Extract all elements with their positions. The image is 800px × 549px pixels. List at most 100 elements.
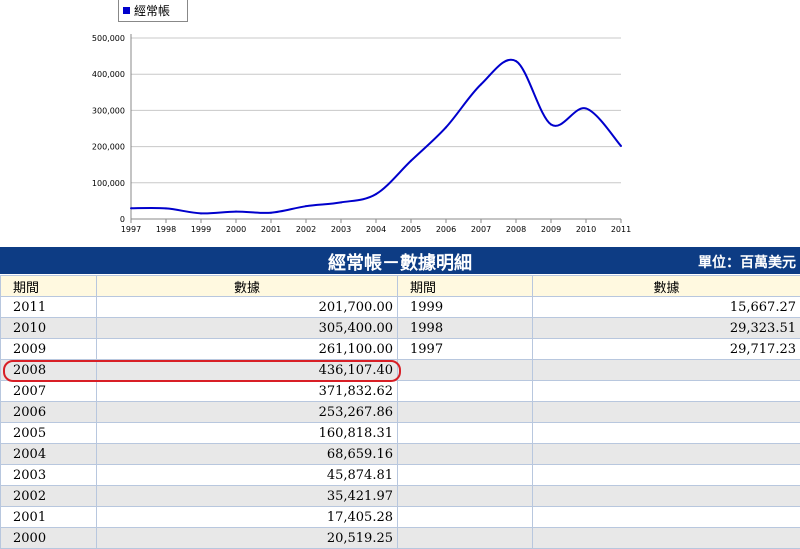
y-tick-label: 0: [120, 215, 125, 224]
period-cell: [398, 507, 533, 528]
data-point: [340, 201, 342, 203]
y-tick-label: 300,000: [92, 106, 125, 115]
data-point: [270, 212, 272, 214]
value-cell: [533, 486, 800, 507]
data-point: [235, 211, 237, 213]
value-cell: 68,659.16: [97, 444, 398, 465]
value-cell: [533, 381, 800, 402]
period-cell: 2006: [1, 402, 97, 423]
value-cell: [533, 360, 800, 381]
x-tick-label: 2006: [436, 225, 456, 234]
table-row: 200235,421.97: [1, 486, 800, 507]
period-cell: 2005: [1, 423, 97, 444]
period-cell: 1998: [398, 318, 533, 339]
value-cell: 261,100.00: [97, 339, 398, 360]
value-cell: [533, 402, 800, 423]
period-cell: 2008: [1, 360, 97, 381]
x-tick-label: 2011: [611, 225, 631, 234]
chart-legend: 經常帳: [118, 0, 188, 22]
table-row: 200020,519.25: [1, 528, 800, 549]
data-point: [375, 193, 377, 195]
period-cell: 2002: [1, 486, 97, 507]
x-tick-label: 2002: [296, 225, 316, 234]
y-tick-label: 200,000: [92, 143, 125, 152]
data-point: [480, 83, 482, 85]
value-cell: [533, 528, 800, 549]
period-cell: 2001: [1, 507, 97, 528]
value-cell: 371,832.62: [97, 381, 398, 402]
period-cell: [398, 423, 533, 444]
x-tick-label: 2008: [506, 225, 526, 234]
data-point: [550, 123, 552, 125]
x-tick-label: 2007: [471, 225, 491, 234]
table-row: 200345,874.81: [1, 465, 800, 486]
period-cell: [398, 402, 533, 423]
value-cell: 29,717.23: [533, 339, 800, 360]
period-cell: [398, 444, 533, 465]
x-tick-label: 1998: [156, 225, 176, 234]
period-cell: [398, 486, 533, 507]
data-point: [130, 207, 132, 209]
table-row: 200468,659.16: [1, 444, 800, 465]
value-cell: 436,107.40: [97, 360, 398, 381]
x-tick-label: 2003: [331, 225, 351, 234]
value-cell: 15,667.27: [533, 297, 800, 318]
value-cell: 17,405.28: [97, 507, 398, 528]
period-cell: 2003: [1, 465, 97, 486]
data-point: [410, 160, 412, 162]
table-title-bar: 經常帳－數據明細 單位：百萬美元: [0, 247, 800, 274]
table-row: 2006253,267.86: [1, 402, 800, 423]
value-cell: 253,267.86: [97, 402, 398, 423]
value-cell: [533, 444, 800, 465]
data-point: [165, 207, 167, 209]
legend-swatch: [123, 7, 130, 14]
period-cell: [398, 381, 533, 402]
data-point: [585, 107, 587, 109]
period-cell: 2011: [1, 297, 97, 318]
period-cell: 2010: [1, 318, 97, 339]
header-value-1: 數據: [97, 276, 398, 297]
value-cell: [533, 465, 800, 486]
value-cell: 35,421.97: [97, 486, 398, 507]
table-row: 200117,405.28: [1, 507, 800, 528]
x-tick-label: 2004: [366, 225, 386, 234]
value-cell: [533, 507, 800, 528]
period-cell: 1999: [398, 297, 533, 318]
table-row: 2005160,818.31: [1, 423, 800, 444]
table-row: 2011201,700.00199915,667.27: [1, 297, 800, 318]
value-cell: 45,874.81: [97, 465, 398, 486]
value-cell: 201,700.00: [97, 297, 398, 318]
value-cell: 20,519.25: [97, 528, 398, 549]
period-cell: [398, 465, 533, 486]
legend-label: 經常帳: [134, 2, 170, 19]
value-cell: 29,323.51: [533, 318, 800, 339]
table-header-row: 期間 數據 期間 數據: [1, 276, 800, 297]
x-tick-label: 1999: [191, 225, 211, 234]
period-cell: [398, 528, 533, 549]
table-row: 2009261,100.00199729,717.23: [1, 339, 800, 360]
header-period-2: 期間: [398, 276, 533, 297]
table-row: 2008436,107.40: [1, 360, 800, 381]
x-tick-label: 2009: [541, 225, 561, 234]
table-row: 2010305,400.00199829,323.51: [1, 318, 800, 339]
period-cell: 2007: [1, 381, 97, 402]
data-point: [515, 60, 517, 62]
period-cell: 2009: [1, 339, 97, 360]
data-table: 期間 數據 期間 數據 2011201,700.00199915,667.272…: [0, 275, 800, 549]
value-cell: 160,818.31: [97, 423, 398, 444]
header-period-1: 期間: [1, 276, 97, 297]
unit-label: 單位：百萬美元: [698, 252, 796, 272]
x-tick-label: 2005: [401, 225, 421, 234]
data-point: [200, 212, 202, 214]
table-row: 2007371,832.62: [1, 381, 800, 402]
data-point: [305, 205, 307, 207]
y-tick-label: 100,000: [92, 179, 125, 188]
series-line: [131, 60, 621, 214]
period-cell: 2004: [1, 444, 97, 465]
period-cell: 2000: [1, 528, 97, 549]
x-tick-label: 1997: [121, 225, 141, 234]
data-point: [445, 126, 447, 128]
x-tick-label: 2000: [226, 225, 246, 234]
y-tick-label: 500,000: [92, 34, 125, 43]
value-cell: [533, 423, 800, 444]
